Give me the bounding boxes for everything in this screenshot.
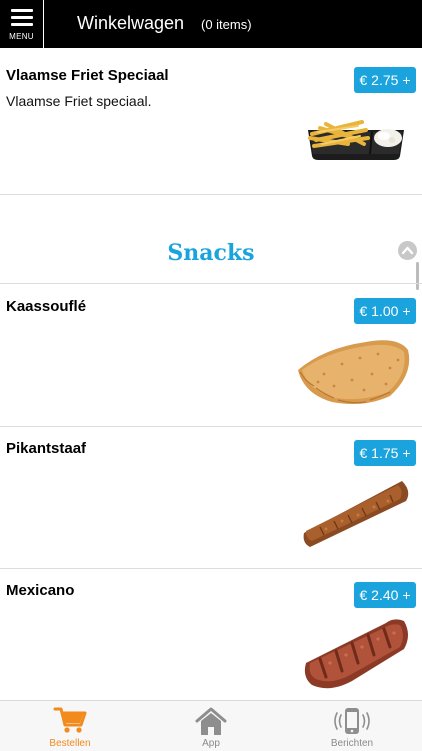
cart-item-count[interactable]: (0 items) (201, 17, 252, 32)
add-to-cart-button[interactable]: € 1.75 + (354, 440, 416, 466)
tab-label: Berichten (330, 738, 374, 749)
top-bar: MENU Winkelwagen (0 items) (0, 0, 422, 48)
cart-icon (53, 707, 87, 733)
add-to-cart-button[interactable]: € 2.40 + (354, 582, 416, 608)
tab-berichten[interactable]: Berichten (282, 701, 422, 751)
product-row[interactable]: Kaassouflé € 1.00 + (0, 284, 422, 426)
product-description: Vlaamse Friet speciaal. (6, 93, 152, 109)
add-to-cart-button[interactable]: € 1.00 + (354, 298, 416, 324)
tab-label: App (202, 738, 220, 749)
product-name: Vlaamse Friet Speciaal (6, 67, 169, 84)
page-title[interactable]: Winkelwagen (77, 13, 184, 34)
kaassoufle-image (298, 340, 410, 404)
bottom-tab-bar: Bestellen App Berichten (0, 700, 422, 751)
section-title: Snacks (167, 240, 255, 266)
home-icon (195, 707, 227, 735)
hamburger-icon (10, 9, 33, 26)
mexicano-image (304, 619, 408, 689)
product-row[interactable]: Vlaamse Friet Speciaal Vlaamse Friet spe… (0, 48, 422, 194)
tab-bestellen[interactable]: Bestellen (0, 701, 140, 751)
menu-button[interactable]: MENU (0, 0, 44, 48)
product-row[interactable]: Mexicano € 2.40 + (0, 569, 422, 700)
tab-app[interactable]: App (141, 701, 281, 751)
pikantstaaf-image (303, 481, 409, 547)
product-name: Mexicano (6, 582, 75, 599)
product-row[interactable]: Pikantstaaf € 1.75 + (0, 427, 422, 568)
product-name: Pikantstaaf (6, 440, 87, 457)
divider (0, 194, 422, 195)
add-to-cart-button[interactable]: € 2.75 + (354, 67, 416, 93)
phone-icon (334, 708, 370, 734)
fries-tray-image (308, 120, 404, 160)
menu-label: MENU (9, 32, 34, 41)
tab-label: Bestellen (49, 738, 91, 749)
product-name: Kaassouflé (6, 298, 87, 315)
chevron-up-icon (401, 246, 414, 255)
scroll-up-button[interactable] (398, 241, 417, 260)
